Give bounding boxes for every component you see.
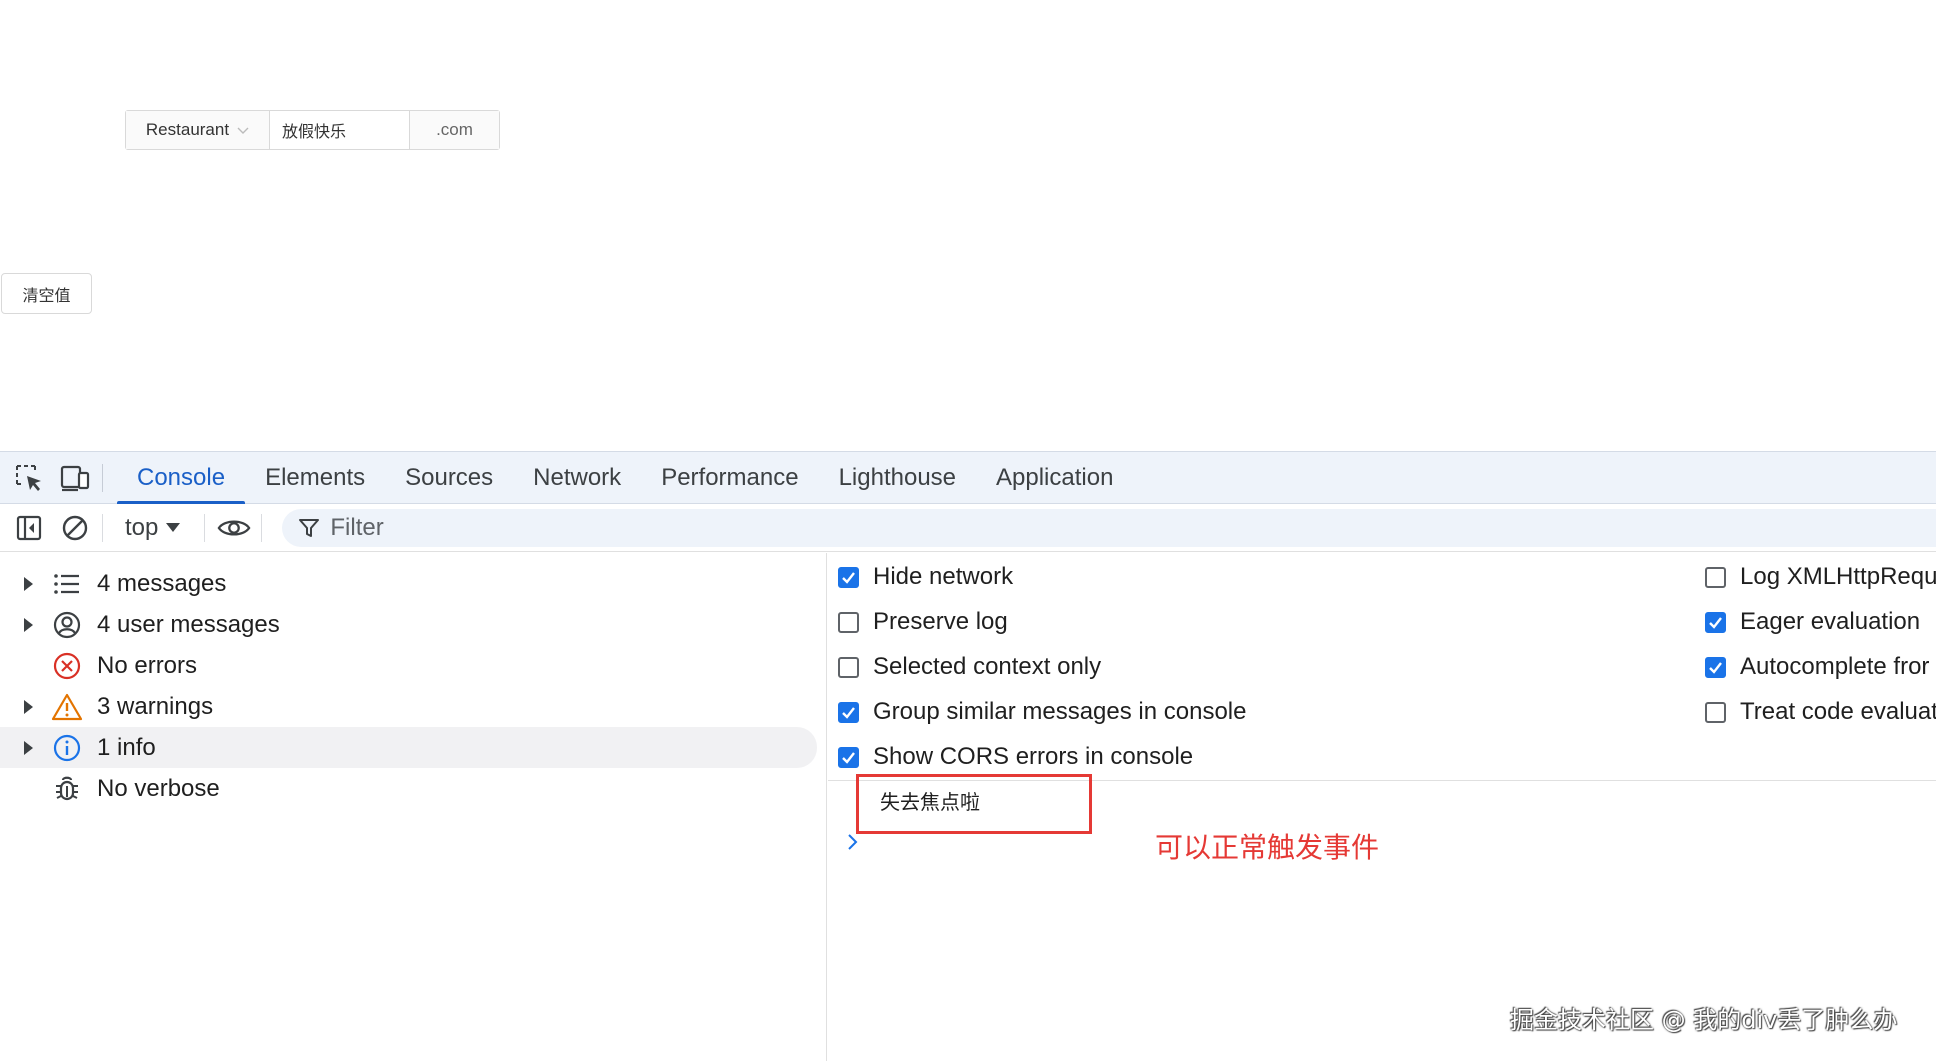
setting-label: Log XMLHttpRequ — [1740, 563, 1936, 590]
sidebar-item-verbose[interactable]: No verbose — [0, 768, 826, 809]
sidebar-item-user-messages[interactable]: 4 user messages — [0, 604, 826, 645]
checkbox-unchecked-icon[interactable] — [1705, 566, 1726, 588]
tab-separator — [102, 463, 103, 492]
console-log-message: 失去焦点啦 — [880, 790, 980, 814]
list-icon — [51, 568, 83, 600]
setting-hide-network[interactable]: Hide network — [838, 563, 1013, 591]
filter-placeholder: Filter — [330, 513, 384, 541]
tab-network[interactable]: Network — [513, 452, 641, 504]
expand-arrow-icon[interactable] — [24, 740, 33, 755]
sidebar-item-label: 3 warnings — [97, 692, 214, 720]
website-input-group: Restaurant 放假快乐 .com — [125, 110, 500, 150]
filter-funnel-icon — [299, 518, 320, 537]
devtools-tabbar: Console Elements Sources Network Perform… — [0, 452, 1936, 504]
clear-value-button[interactable]: 清空值 — [1, 273, 92, 314]
category-select-value: Restaurant — [145, 120, 230, 139]
toolbar-separator — [102, 513, 103, 542]
device-toolbar-icon[interactable] — [58, 461, 92, 495]
setting-log-xhr[interactable]: Log XMLHttpRequ — [1705, 563, 1936, 591]
toolbar-separator — [204, 513, 206, 542]
checkbox-unchecked-icon[interactable] — [838, 611, 859, 633]
setting-label: Group similar messages in console — [873, 698, 1247, 725]
inspect-element-icon[interactable] — [12, 461, 46, 495]
checkbox-unchecked-icon[interactable] — [838, 656, 859, 678]
toolbar-separator — [261, 513, 263, 542]
checkbox-checked-icon[interactable] — [838, 566, 859, 588]
tab-elements[interactable]: Elements — [245, 452, 385, 504]
sidebar-item-label: 4 user messages — [97, 610, 280, 638]
devtools-panel: Console Elements Sources Network Perform… — [0, 451, 1936, 1061]
warning-icon — [51, 691, 83, 723]
console-sidebar: 4 messages 4 user messages No errors 3 w… — [0, 553, 827, 1061]
setting-label: Preserve log — [873, 608, 1008, 635]
setting-label: Treat code evaluat — [1740, 698, 1936, 725]
sidebar-item-label: No verbose — [97, 774, 220, 802]
annotation-text: 可以正常触发事件 — [1155, 831, 1380, 864]
checkbox-checked-icon[interactable] — [1705, 656, 1726, 678]
setting-group-similar[interactable]: Group similar messages in console — [838, 698, 1247, 726]
sidebar-item-label: No errors — [97, 651, 198, 679]
console-prompt-chevron-icon[interactable] — [845, 832, 861, 852]
setting-show-cors-errors[interactable]: Show CORS errors in console — [838, 743, 1193, 771]
clear-console-icon[interactable] — [58, 511, 92, 545]
live-expression-eye-icon[interactable] — [217, 511, 251, 545]
bug-icon — [51, 773, 83, 805]
expand-arrow-icon[interactable] — [24, 576, 33, 591]
caret-down-icon — [166, 523, 181, 532]
website-input[interactable]: 放假快乐 — [270, 111, 410, 149]
tab-lighthouse[interactable]: Lighthouse — [819, 452, 976, 504]
checkbox-checked-icon[interactable] — [838, 746, 859, 768]
context-selector-value: top — [125, 513, 159, 541]
expand-arrow-icon[interactable] — [24, 617, 33, 632]
domain-suffix: .com — [410, 111, 499, 149]
info-icon — [51, 732, 83, 764]
tab-application[interactable]: Application — [976, 452, 1133, 504]
checkbox-checked-icon[interactable] — [1705, 611, 1726, 633]
tab-performance[interactable]: Performance — [641, 452, 818, 504]
sidebar-item-label: 1 info — [97, 733, 156, 761]
context-selector[interactable]: top — [113, 514, 194, 542]
expand-arrow-icon[interactable] — [24, 699, 33, 714]
settings-right-column: Log XMLHttpRequ Eager evaluation Autocom… — [1705, 553, 1936, 781]
tab-sources[interactable]: Sources — [385, 452, 513, 504]
checkbox-unchecked-icon[interactable] — [1705, 701, 1726, 723]
setting-treat-code-evaluation[interactable]: Treat code evaluat — [1705, 698, 1936, 726]
sidebar-item-errors[interactable]: No errors — [0, 645, 826, 686]
sidebar-item-messages[interactable]: 4 messages — [0, 563, 826, 604]
sidebar-item-info[interactable]: 1 info — [0, 727, 817, 768]
website-input-value: 放假快乐 — [282, 122, 347, 141]
setting-label: Selected context only — [873, 653, 1102, 680]
category-select[interactable]: Restaurant — [126, 111, 270, 149]
checkbox-checked-icon[interactable] — [838, 701, 859, 723]
setting-eager-evaluation[interactable]: Eager evaluation — [1705, 608, 1920, 636]
sidebar-item-warnings[interactable]: 3 warnings — [0, 686, 826, 727]
filter-input[interactable]: Filter — [282, 508, 1936, 547]
setting-label: Eager evaluation — [1740, 608, 1921, 635]
watermark: 掘金技术社区 @ 我的div丢了肿么办 — [1510, 1006, 1898, 1034]
setting-preserve-log[interactable]: Preserve log — [838, 608, 1008, 636]
sidebar-toggle-icon[interactable] — [12, 511, 46, 545]
setting-label: Show CORS errors in console — [873, 743, 1194, 770]
sidebar-item-label: 4 messages — [97, 569, 227, 597]
setting-selected-context-only[interactable]: Selected context only — [838, 653, 1101, 681]
setting-label: Autocomplete fror — [1740, 653, 1930, 680]
tab-console[interactable]: Console — [117, 452, 246, 504]
user-circle-icon — [51, 609, 83, 641]
chevron-down-icon — [237, 127, 249, 134]
console-toolbar: top Filter — [0, 504, 1936, 552]
console-settings: Hide network Preserve log Selected conte… — [828, 553, 1936, 781]
setting-label: Hide network — [873, 563, 1014, 590]
setting-autocomplete[interactable]: Autocomplete fror — [1705, 653, 1929, 681]
error-icon — [51, 650, 83, 682]
